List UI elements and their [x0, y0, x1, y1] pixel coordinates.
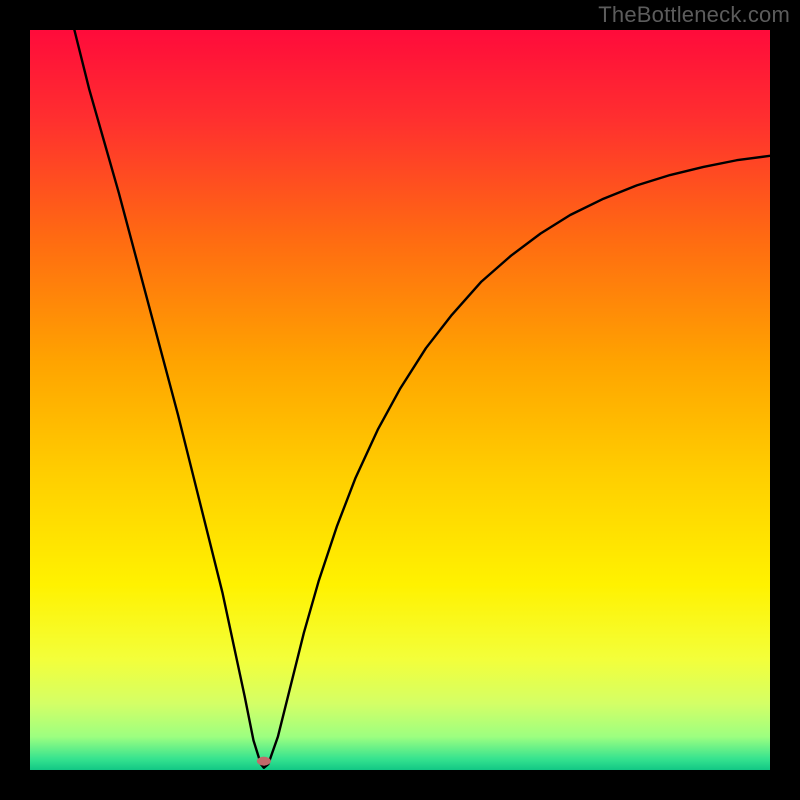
bottleneck-chart [30, 30, 770, 770]
gradient-background [30, 30, 770, 770]
plot-area [30, 30, 770, 770]
chart-frame: TheBottleneck.com [0, 0, 800, 800]
minimum-marker [257, 757, 271, 766]
watermark-text: TheBottleneck.com [598, 2, 790, 28]
